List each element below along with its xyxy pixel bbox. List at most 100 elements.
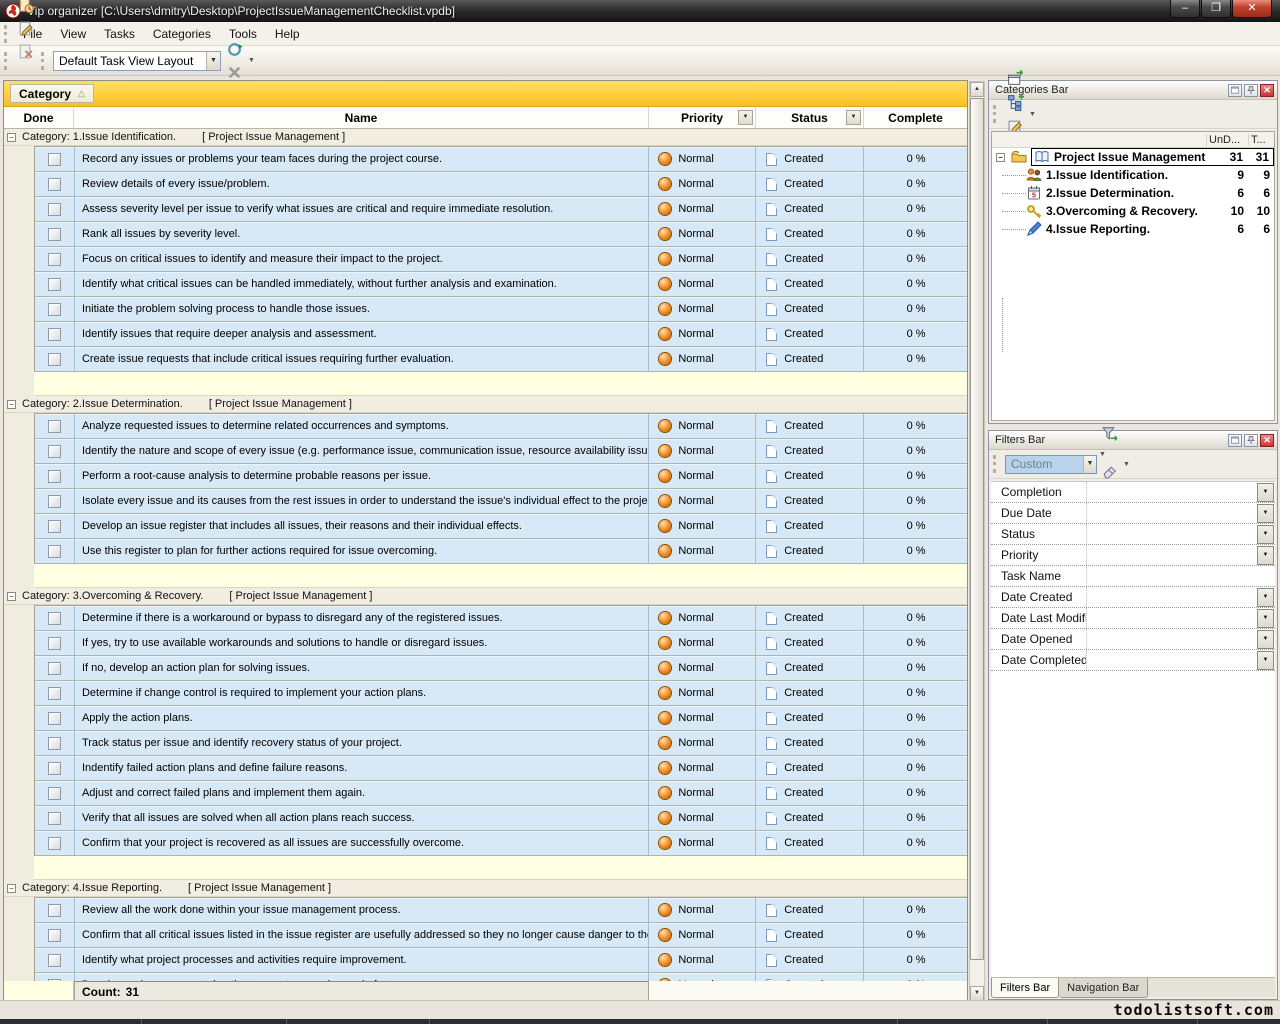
task-checkbox[interactable] [48, 353, 61, 366]
task-checkbox[interactable] [48, 303, 61, 316]
table-row[interactable]: Confirm that all critical issues listed … [35, 923, 967, 948]
table-row[interactable]: Assess severity level per issue to verif… [35, 197, 967, 222]
table-row[interactable]: Verify that all issues are solved when a… [35, 806, 967, 831]
panel-close-icon[interactable]: ✕ [1260, 434, 1274, 447]
task-checkbox[interactable] [48, 253, 61, 266]
task-checkbox[interactable] [48, 637, 61, 650]
menu-item-help[interactable]: Help [266, 24, 309, 44]
panel-pin-icon[interactable] [1244, 84, 1258, 97]
task-checkbox[interactable] [48, 470, 61, 483]
collapse-icon[interactable]: − [7, 400, 16, 409]
filter-value-field[interactable] [1087, 587, 1257, 607]
task-checkbox[interactable] [48, 712, 61, 725]
table-row[interactable]: Use this register to plan for further ac… [35, 539, 967, 564]
tree-item[interactable]: 3.Overcoming & Recovery.1010 [992, 202, 1274, 220]
table-row[interactable]: Identify what project processes and acti… [35, 948, 967, 973]
table-row[interactable]: Perform a root-cause analysis to determi… [35, 464, 967, 489]
new-category-icon[interactable] [1003, 66, 1027, 90]
column-header-name[interactable]: Name [74, 107, 649, 128]
filter-more-icon[interactable]: ▼ [1097, 451, 1108, 458]
task-view-layout-combo[interactable]: Default Task View Layout ▼ [53, 51, 221, 71]
apply-layout-icon[interactable] [223, 38, 246, 61]
task-checkbox[interactable] [48, 737, 61, 750]
column-header-undone[interactable]: UnD... [1206, 134, 1248, 146]
filter-value-field[interactable] [1087, 545, 1257, 565]
filter-value-field[interactable] [1087, 608, 1257, 628]
tree-item[interactable]: 1.Issue Identification.99 [992, 166, 1274, 184]
table-row[interactable]: Identify the nature and scope of every i… [35, 439, 967, 464]
task-checkbox[interactable] [48, 904, 61, 917]
panel-minimize-icon[interactable] [1228, 84, 1242, 97]
categories-toolbar-overflow-icon[interactable]: ▼ [1027, 111, 1038, 118]
column-header-total[interactable]: T... [1248, 134, 1274, 146]
table-row[interactable]: Focus on critical issues to identify and… [35, 247, 967, 272]
toolbar-overflow-icon[interactable]: ▼ [246, 57, 257, 64]
filter-preset-combo[interactable]: Custom ▼ [1005, 455, 1097, 474]
table-row[interactable]: Determine if there is a workaround or by… [35, 606, 967, 631]
table-row[interactable]: Create issue requests that include criti… [35, 347, 967, 372]
table-row[interactable]: Review all the work done within your iss… [35, 898, 967, 923]
task-checkbox[interactable] [48, 812, 61, 825]
category-group-row[interactable]: −Category: 3.Overcoming & Recovery.[ Pro… [4, 588, 967, 605]
priority-filter-dropdown-icon[interactable]: ▼ [738, 110, 753, 125]
menu-item-categories[interactable]: Categories [144, 24, 220, 44]
filter-dropdown-icon[interactable]: ▼ [1257, 630, 1274, 649]
task-checkbox[interactable] [48, 420, 61, 433]
menu-item-tasks[interactable]: Tasks [95, 24, 144, 44]
task-checkbox[interactable] [48, 203, 61, 216]
category-group-row[interactable]: −Category: 4.Issue Reporting.[ Project I… [4, 880, 967, 897]
table-row[interactable]: Initiate the problem solving process to … [35, 297, 967, 322]
task-checkbox[interactable] [48, 178, 61, 191]
task-checkbox[interactable] [48, 687, 61, 700]
selected-category[interactable]: Project Issue Management3131 [1031, 148, 1274, 166]
toolbar-grip[interactable] [4, 52, 9, 70]
menubar-grip[interactable] [4, 25, 9, 43]
filter-dropdown-icon[interactable]: ▼ [1257, 504, 1274, 523]
table-row[interactable]: Track status per issue and identify reco… [35, 731, 967, 756]
panel-pin-icon[interactable] [1244, 434, 1258, 447]
filter-value-field[interactable] [1087, 524, 1257, 544]
filter-value-field[interactable] [1087, 503, 1257, 523]
group-by-category-chip[interactable]: Category △ [10, 84, 94, 103]
status-filter-dropdown-icon[interactable]: ▼ [846, 110, 861, 125]
task-checkbox[interactable] [48, 837, 61, 850]
task-checkbox[interactable] [48, 520, 61, 533]
filters-toolbar-overflow-icon[interactable]: ▼ [1121, 461, 1132, 468]
filter-value-field[interactable] [1087, 650, 1257, 670]
table-row[interactable]: If yes, try to use available workarounds… [35, 631, 967, 656]
new-task-icon[interactable] [14, 0, 37, 17]
table-row[interactable]: Isolate every issue and its causes from … [35, 489, 967, 514]
table-row[interactable]: Indentify failed action plans and define… [35, 756, 967, 781]
vertical-scrollbar[interactable]: ▲ ▼ [969, 81, 985, 1002]
task-checkbox[interactable] [48, 153, 61, 166]
combo-dropdown-icon[interactable]: ▼ [206, 52, 220, 70]
combo-dropdown-icon[interactable]: ▼ [1083, 456, 1096, 473]
tree-item-root[interactable]: − Project Issue Management3131 [992, 148, 1274, 166]
task-checkbox[interactable] [48, 278, 61, 291]
table-row[interactable]: Identify issues that require deeper anal… [35, 322, 967, 347]
filter-value-field[interactable] [1087, 566, 1275, 586]
table-row[interactable]: Apply the action plans.NormalCreated0 % [35, 706, 967, 731]
categories-toolbar-grip[interactable] [993, 105, 998, 123]
table-row[interactable]: Identify what critical issues can be han… [35, 272, 967, 297]
table-row[interactable]: Confirm that your project is recovered a… [35, 831, 967, 856]
column-header-done[interactable]: Done [4, 107, 74, 128]
table-row[interactable]: Record any issues or problems your team … [35, 147, 967, 172]
filter-dropdown-icon[interactable]: ▼ [1257, 588, 1274, 607]
table-row[interactable]: Develop an improvement plan that prevent… [35, 973, 967, 981]
task-checkbox[interactable] [48, 954, 61, 967]
task-checkbox[interactable] [48, 328, 61, 341]
edit-task-icon[interactable] [14, 17, 37, 40]
filter-value-field[interactable] [1087, 629, 1257, 649]
scroll-up-icon[interactable]: ▲ [970, 82, 984, 97]
tree-item[interactable]: 52.Issue Determination.66 [992, 184, 1274, 202]
delete-task-icon[interactable] [14, 40, 37, 63]
collapse-icon[interactable]: − [7, 884, 16, 893]
task-checkbox[interactable] [48, 612, 61, 625]
new-subcategory-icon[interactable] [1003, 90, 1027, 114]
collapse-icon[interactable]: − [996, 153, 1005, 162]
apply-filter-icon[interactable] [1097, 421, 1121, 445]
taskbar-edge[interactable] [0, 1019, 1280, 1024]
task-checkbox[interactable] [48, 545, 61, 558]
scrollbar-thumb[interactable] [970, 98, 984, 960]
